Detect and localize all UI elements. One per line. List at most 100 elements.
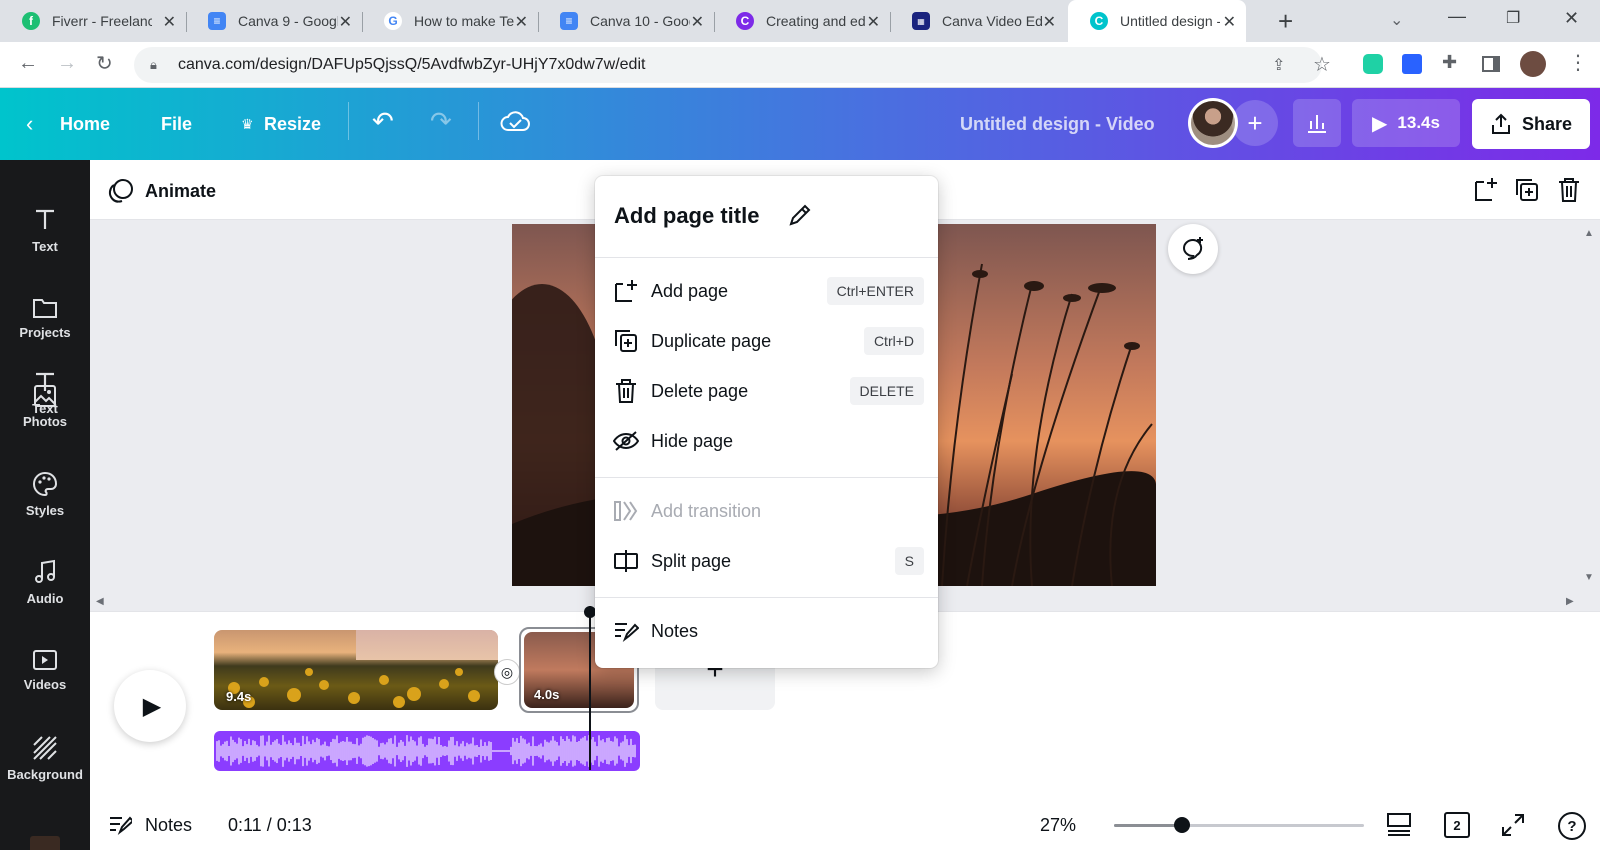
canva-icon: C [736, 12, 754, 30]
menu-item-add-page[interactable]: Add page Ctrl+ENTER [595, 268, 938, 314]
menu-item-hide-page[interactable]: Hide page [595, 418, 938, 464]
image-icon [34, 384, 56, 407]
close-tab-icon[interactable]: ✕ [867, 12, 880, 32]
rail-item-projects[interactable]: Projects [0, 274, 90, 362]
rail-label: Styles [25, 502, 65, 518]
pencil-icon[interactable] [787, 202, 813, 233]
rail-item-audio[interactable]: Audio [0, 538, 90, 626]
restore-icon[interactable]: ❐ [1506, 8, 1520, 28]
browser-tab[interactable]: C Creating and editing ✕ [714, 0, 890, 42]
side-panel-icon[interactable] [1482, 56, 1500, 72]
forward-icon[interactable]: → [57, 52, 77, 75]
menu-item-notes[interactable]: Notes [595, 608, 938, 654]
duplicate-page-icon[interactable] [1514, 177, 1540, 208]
scroll-right-icon[interactable]: ▶ [1566, 596, 1574, 607]
browser-tab[interactable]: f Fiverr - Freelance ✕ [0, 0, 186, 42]
grid-view-icon[interactable] [1386, 812, 1412, 841]
window-close-icon[interactable]: ✕ [1564, 8, 1579, 29]
page-count-button[interactable]: 2 [1444, 812, 1470, 838]
puzzle-icon[interactable]: ✚ [1442, 52, 1457, 73]
cloud-saved-icon[interactable] [500, 108, 530, 139]
close-tab-icon[interactable]: ✕ [339, 12, 352, 32]
clip-duration: 9.4s [226, 689, 252, 704]
close-tab-icon[interactable]: ✕ [691, 12, 704, 32]
tab-search-chevron-icon[interactable]: ⌄ [1390, 10, 1403, 30]
minimize-icon[interactable]: — [1448, 6, 1466, 27]
menu-item-duplicate-page[interactable]: Duplicate page Ctrl+D [595, 318, 938, 364]
home-button[interactable]: Home [60, 114, 110, 135]
browser-tab[interactable]: ▦ Canva Video Editor ✕ [890, 0, 1066, 42]
menu-item-label: Duplicate page [651, 331, 772, 351]
share-page-icon[interactable]: ⇪ [1272, 55, 1285, 75]
menu-item-split-page[interactable]: Split page S [595, 538, 938, 584]
zoom-percent[interactable]: 27% [1040, 815, 1076, 836]
notes-button[interactable]: Notes [145, 815, 192, 836]
redo-icon[interactable]: ↷ [430, 106, 452, 137]
rail-item-photos[interactable]: Photos [0, 362, 90, 450]
chevron-left-icon[interactable]: ‹ [26, 111, 33, 137]
design-title[interactable]: Untitled design - Video [960, 114, 1155, 135]
close-tab-icon[interactable]: ✕ [1043, 12, 1056, 32]
split-icon [614, 550, 638, 572]
audio-track[interactable] [214, 731, 640, 771]
reload-icon[interactable]: ↻ [96, 51, 113, 76]
notes-icon[interactable] [108, 814, 135, 841]
play-icon: ▶ [1372, 112, 1388, 135]
zoom-slider-track[interactable] [1114, 817, 1364, 833]
collaborator-avatar[interactable] [1188, 98, 1238, 148]
browser-tab[interactable]: G How to make Templates ✕ [362, 0, 538, 42]
extension-icon[interactable] [1363, 54, 1383, 74]
tab-title: Creating and editing [766, 13, 866, 29]
file-menu-button[interactable]: File [161, 114, 192, 135]
close-tab-icon[interactable]: ✕ [1223, 12, 1236, 32]
close-tab-icon[interactable]: ✕ [515, 12, 528, 32]
browser-tab[interactable]: ≡ Canva 9 - Google Docs ✕ [186, 0, 362, 42]
browser-tab[interactable]: ≡ Canva 10 - Google Docs ✕ [538, 0, 714, 42]
rail-item-styles[interactable]: Styles [0, 450, 90, 538]
undo-icon[interactable]: ↶ [372, 106, 394, 137]
rail-item-text[interactable]: Text [0, 186, 90, 274]
url-text[interactable]: canva.com/design/DAFUp5QjssQ/5AvdfwbZyr-… [178, 56, 645, 74]
shortcut-badge: Ctrl+D [863, 327, 924, 355]
shortcut-badge: Ctrl+ENTER [826, 277, 924, 305]
zoom-slider-thumb[interactable] [1174, 817, 1190, 833]
timeline-play-button[interactable]: ▶ [114, 670, 186, 742]
transition-icon[interactable]: ◎ [494, 659, 520, 685]
browser-tab-active[interactable]: C Untitled design - Video ✕ [1068, 0, 1246, 42]
share-button[interactable]: Share [1472, 99, 1590, 149]
back-icon[interactable]: ← [18, 52, 38, 75]
eye-off-icon [613, 431, 639, 451]
menu-title[interactable]: Add page title [614, 203, 759, 229]
palette-icon [33, 471, 58, 496]
bookmark-star-icon[interactable]: ☆ [1313, 52, 1331, 77]
profile-avatar[interactable] [1520, 51, 1546, 77]
close-tab-icon[interactable]: ✕ [163, 12, 176, 32]
shortcut-badge: DELETE [849, 377, 924, 405]
lock-icon: 🔒︎ [150, 57, 157, 72]
extension-icon[interactable] [1402, 54, 1422, 74]
add-page-icon[interactable] [1472, 176, 1498, 207]
scroll-down-icon[interactable]: ▼ [1584, 572, 1594, 583]
add-comment-button[interactable] [1168, 224, 1218, 274]
scroll-up-icon[interactable]: ▲ [1584, 228, 1594, 239]
scroll-left-icon[interactable]: ◀ [96, 596, 104, 607]
rail-item-videos[interactable]: Videos [0, 626, 90, 714]
menu-item-delete-page[interactable]: Delete page DELETE [595, 368, 938, 414]
rail-thumbnail[interactable] [30, 836, 60, 850]
animate-button[interactable]: Animate [145, 181, 216, 202]
invite-plus-button[interactable]: + [1232, 100, 1278, 146]
present-play-button[interactable]: ▶ 13.4s [1352, 99, 1460, 147]
fullscreen-icon[interactable] [1500, 812, 1526, 843]
new-tab-icon[interactable]: + [1278, 6, 1293, 37]
help-icon[interactable]: ? [1558, 812, 1586, 840]
time-readout: 0:11 / 0:13 [228, 815, 312, 835]
playhead[interactable] [589, 606, 591, 770]
delete-page-icon[interactable] [1557, 177, 1581, 208]
resize-button[interactable]: Resize [264, 114, 321, 135]
rail-item-background[interactable]: Background [0, 714, 90, 802]
kebab-menu-icon[interactable]: ⋮ [1568, 50, 1588, 75]
insights-button[interactable] [1293, 99, 1341, 147]
audio-waveform [216, 735, 636, 767]
timeline-clip[interactable]: 9.4s [214, 630, 498, 710]
tab-title: Canva 10 - Google Docs [590, 13, 690, 29]
